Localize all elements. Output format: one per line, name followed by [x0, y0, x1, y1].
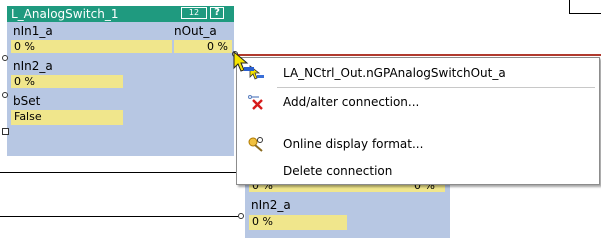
input-pin-nin1[interactable] [2, 55, 8, 61]
value-field-nin1[interactable]: 0 % [11, 40, 172, 53]
menu-item-goto-connection[interactable]: LA_NCtrl_Out.nGPAnalogSwitchOut_a [237, 62, 599, 84]
pin-label-bset: bSet [13, 94, 41, 108]
canvas-wire [0, 216, 238, 217]
context-menu: LA_NCtrl_Out.nGPAnalogSwitchOut_a Add/al… [236, 57, 600, 185]
value-field-partial: 0 % [249, 184, 385, 192]
help-icon[interactable]: ? [210, 7, 224, 19]
block-title: L_AnalogSwitch_1 [11, 7, 119, 21]
add-connection-icon [247, 94, 265, 110]
canvas-wire [569, 13, 601, 14]
mouse-cursor-icon [230, 50, 256, 76]
value-field-lower-nin2[interactable]: 0 % [249, 215, 347, 230]
value-field-nin2[interactable]: 0 % [11, 75, 123, 88]
pin-label-lower-nin2: nIn2_a [251, 198, 291, 212]
menu-item-delete-connection[interactable]: Delete connection [237, 160, 599, 182]
function-block-analog-switch[interactable]: L_AnalogSwitch_1 12 ? nIn1_a nOut_a 0 % … [7, 6, 234, 156]
output-wire[interactable] [238, 54, 601, 56]
input-pin-nin2[interactable] [2, 92, 8, 98]
input-pin-bset[interactable] [2, 128, 9, 135]
canvas-wire [0, 172, 236, 173]
display-format-icon [247, 136, 265, 152]
pin-label-nin2: nIn2_a [13, 59, 53, 73]
value-field-partial: 0 % [385, 184, 445, 192]
block-number-badge: 12 [181, 7, 207, 19]
input-pin-lower-nin2[interactable] [238, 213, 244, 219]
menu-item-add-connection[interactable]: Add/alter connection... [237, 91, 599, 113]
value-field-nout[interactable]: 0 % [174, 40, 232, 53]
value-field-bset[interactable]: False [11, 110, 123, 125]
function-block-lower[interactable]: 0 % 0 % nIn2_a 0 % [245, 184, 450, 238]
menu-item-display-format[interactable]: Online display format... [237, 133, 599, 155]
pin-label-nin1: nIn1_a [13, 24, 53, 38]
pin-label-nout: nOut_a [174, 24, 217, 38]
canvas-wire [569, 0, 570, 13]
menu-separator [277, 87, 595, 88]
